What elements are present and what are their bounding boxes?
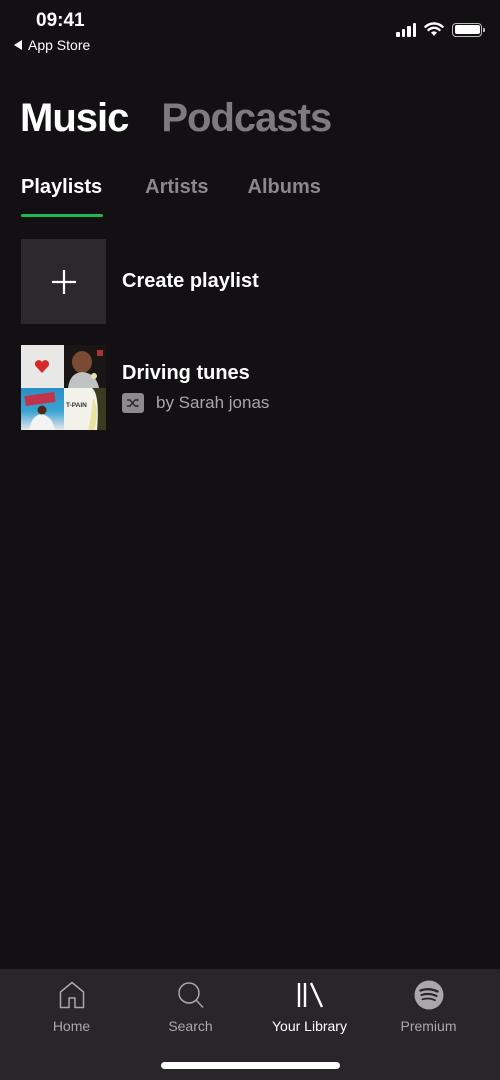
status-time: 09:41 (36, 10, 85, 31)
wifi-icon (424, 22, 444, 36)
battery-icon (452, 22, 485, 37)
create-playlist-label: Create playlist (122, 270, 259, 292)
playlist-owner: by Sarah jonas (156, 393, 270, 412)
back-to-app-store-link[interactable]: App Store (14, 37, 90, 53)
nav-home-label: Home (52, 1018, 91, 1034)
cover-tile-baby (63, 345, 106, 388)
tab-albums[interactable]: Albums (248, 176, 321, 199)
tab-music[interactable]: Music (20, 96, 129, 141)
playlist-cover-mosaic: T-PAIN (21, 345, 106, 430)
nav-premium[interactable]: Premium (374, 969, 484, 1034)
library-icon (297, 982, 323, 1008)
cover-tile-tpain: T-PAIN (63, 387, 106, 430)
tab-playlists[interactable]: Playlists (21, 176, 103, 217)
playlist-title: Driving tunes (122, 362, 250, 384)
spotify-logo-icon (414, 980, 443, 1010)
cover-tile-building (21, 387, 64, 430)
cellular-signal-icon (396, 22, 416, 37)
nav-search[interactable]: Search (136, 969, 246, 1034)
playlist-item[interactable]: T-PAIN Driving tunes by Sarah jonas (21, 345, 481, 430)
heart-art-icon (35, 359, 50, 373)
bottom-nav: Home Search Your Library Premium (0, 969, 500, 1080)
create-playlist-thumb (21, 239, 106, 324)
status-bar: 09:41 App Store (0, 0, 500, 60)
cover-text: T-PAIN (66, 402, 87, 409)
library-sub-tabs: Playlists Artists Albums (21, 176, 321, 217)
cover-art-building (24, 391, 56, 430)
cover-art-tpain: T-PAIN (66, 387, 106, 430)
shuffle-icon (122, 393, 144, 413)
active-tab-indicator (21, 214, 103, 217)
plus-icon (51, 269, 76, 294)
nav-your-library-label: Your Library (272, 1018, 347, 1034)
home-indicator[interactable] (161, 1062, 340, 1069)
nav-home[interactable]: Home (17, 969, 127, 1034)
back-arrow-icon (14, 40, 22, 50)
tab-podcasts[interactable]: Podcasts (161, 96, 332, 141)
nav-premium-label: Premium (400, 1018, 457, 1034)
tab-playlists-label: Playlists (21, 176, 103, 198)
nav-search-label: Search (168, 1018, 213, 1034)
create-playlist-button[interactable]: Create playlist (21, 239, 481, 324)
nav-your-library[interactable]: Your Library (255, 969, 365, 1034)
library-top-tabs: Music Podcasts (20, 96, 332, 141)
cover-art-baby (67, 350, 103, 388)
status-icons (396, 22, 485, 37)
back-app-label: App Store (28, 37, 91, 53)
cover-tile-heart (21, 345, 64, 388)
search-icon (177, 982, 204, 1009)
tab-artists[interactable]: Artists (145, 176, 208, 199)
home-icon (59, 981, 84, 1009)
